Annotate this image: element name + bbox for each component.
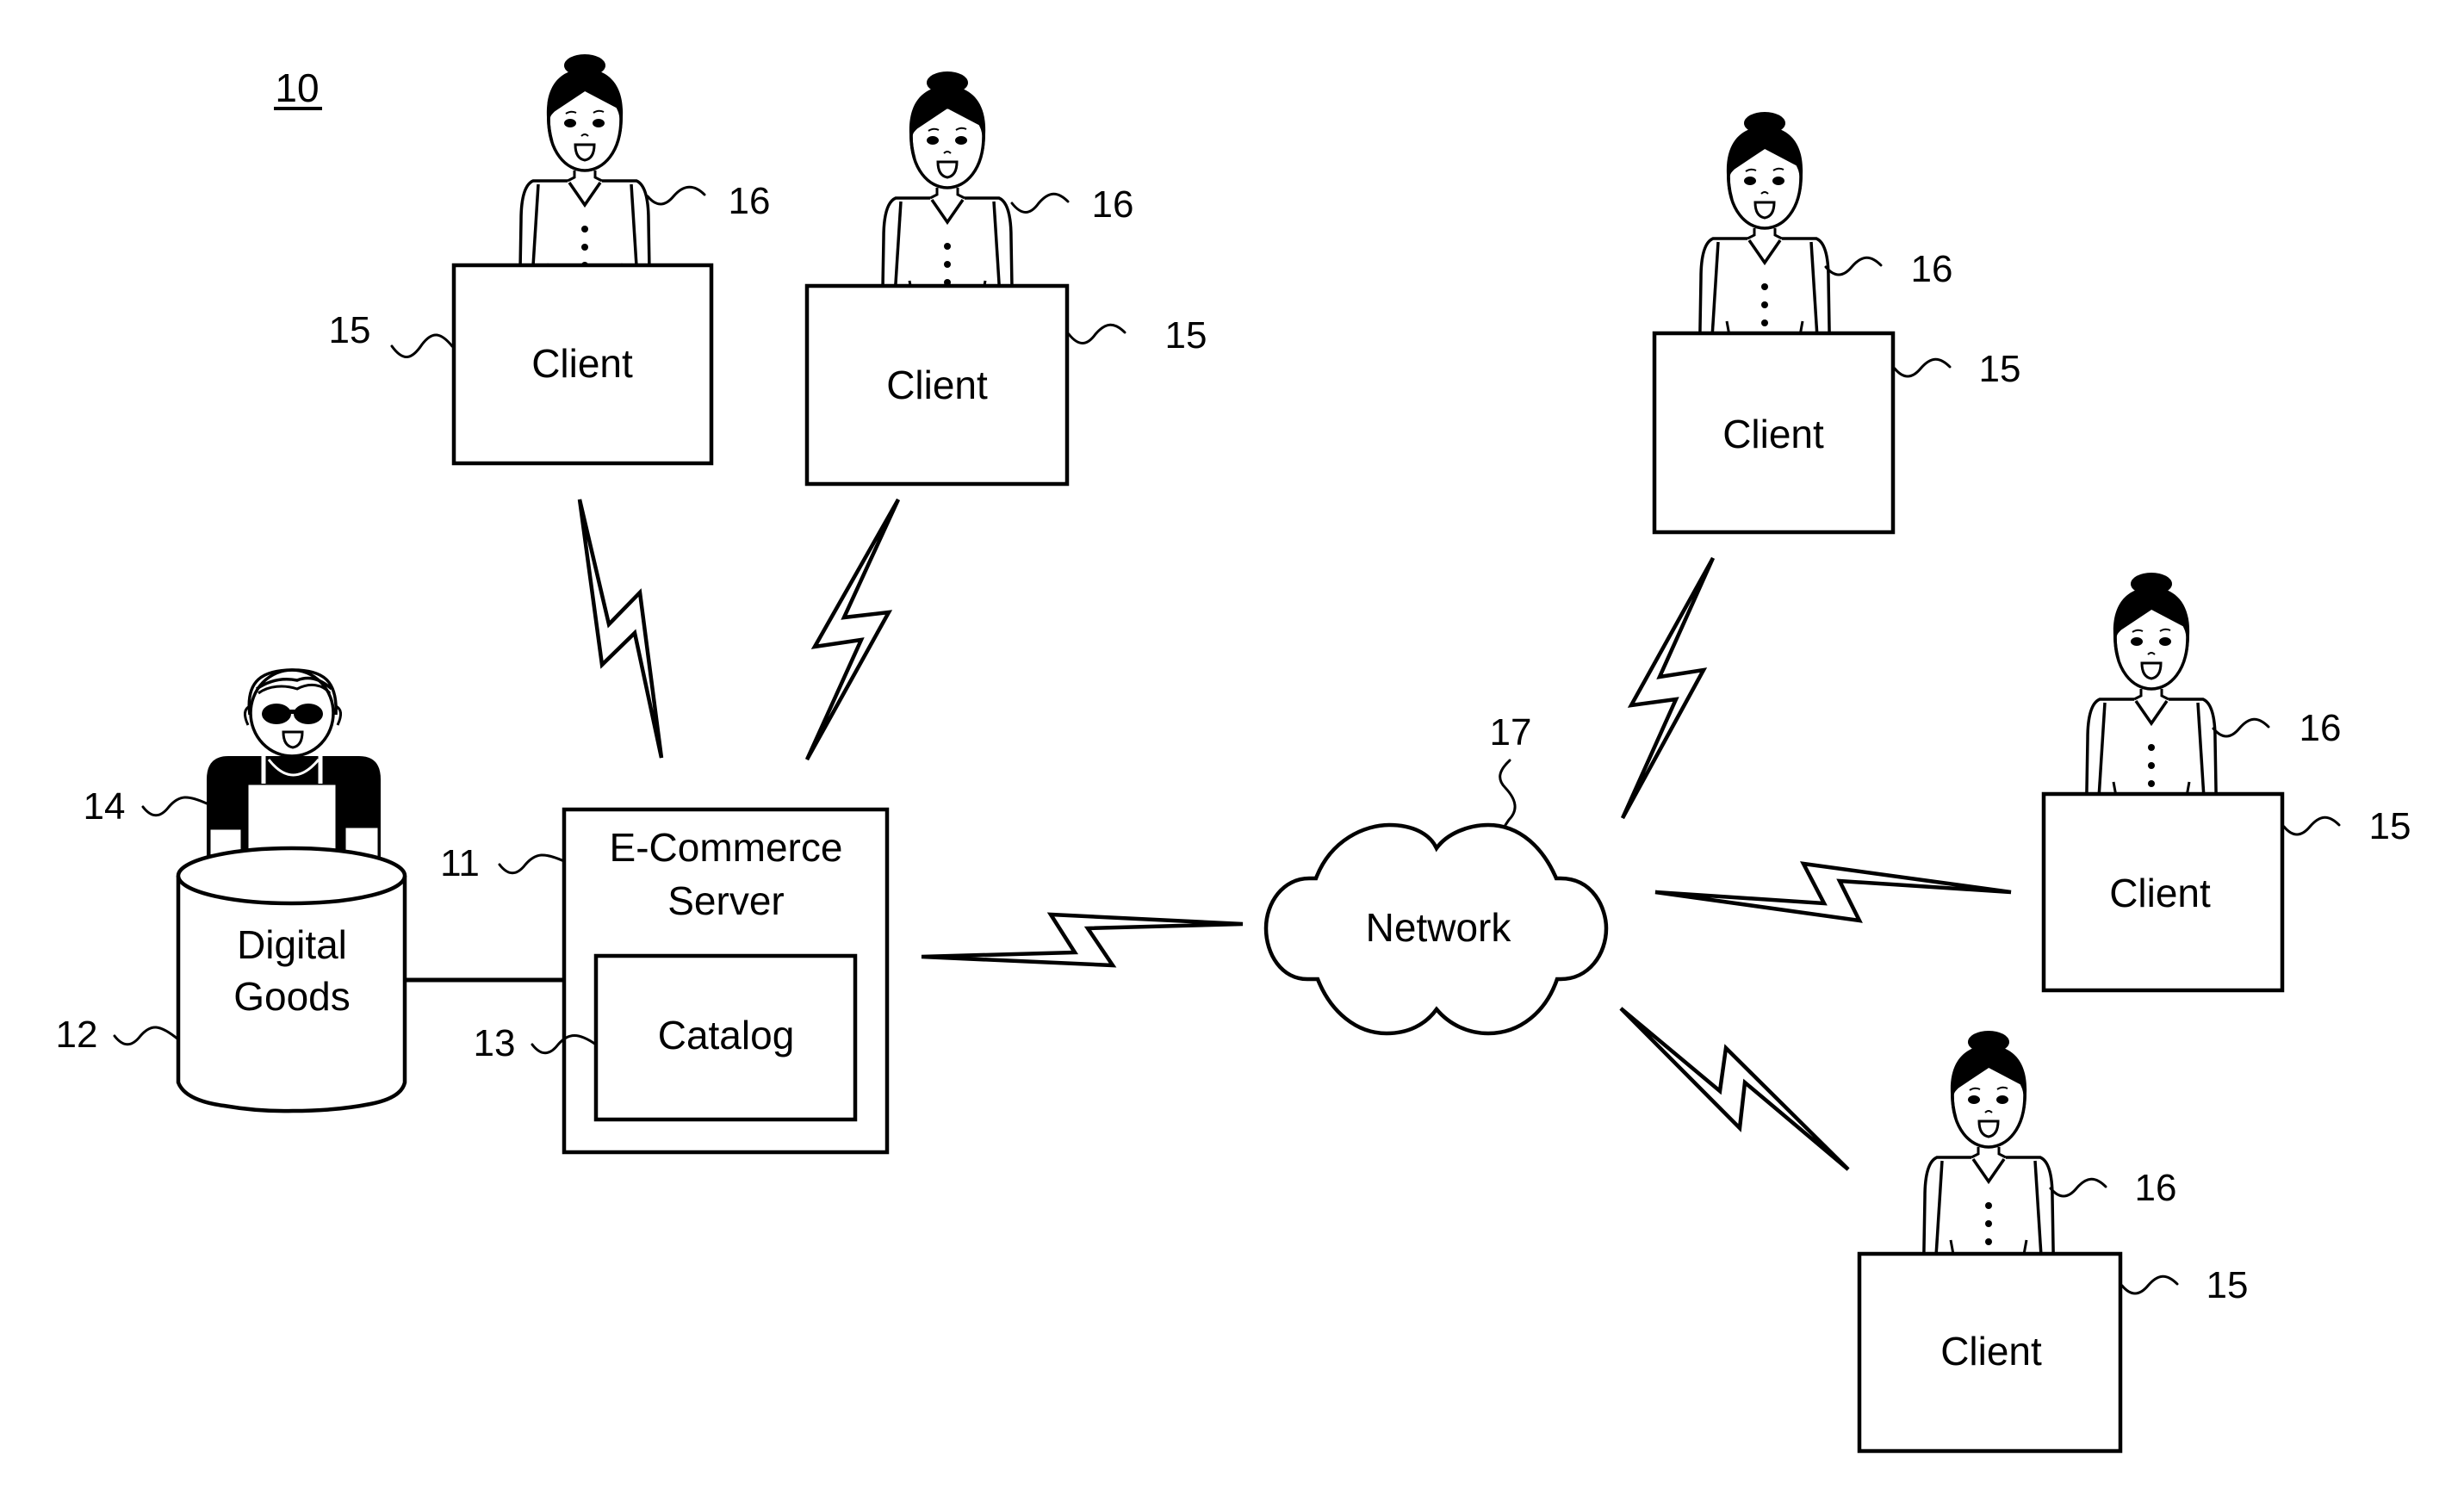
ref-leader	[1010, 192, 1070, 214]
client-node-2[interactable]: Client 16 15	[804, 70, 1207, 487]
catalog-ref: 13	[474, 1022, 516, 1064]
network-cloud[interactable]: Network 17	[1263, 711, 1609, 1036]
ref-leader	[2212, 717, 2270, 738]
sunglasses-icon	[262, 704, 291, 724]
cylinder-top	[176, 846, 407, 906]
merchant-figure: 14	[84, 668, 381, 865]
user-ref: 16	[2135, 1167, 2177, 1209]
network-ref: 17	[1490, 711, 1532, 754]
wireless-link-icon	[577, 499, 664, 759]
client-box-ref: 15	[2369, 805, 2411, 847]
client-box-ref: 15	[1165, 314, 1207, 357]
client-node-3[interactable]: Client 16 15	[1652, 110, 2021, 535]
ref-leader	[113, 1026, 180, 1046]
client-node-5[interactable]: Client 16 15	[1857, 1029, 2249, 1454]
wireless-link-icon	[1620, 556, 1716, 820]
wireless-link-icon	[1619, 1007, 1850, 1171]
ref-leader	[1893, 357, 1952, 378]
storage-ref: 12	[56, 1014, 98, 1056]
merchant-apron	[245, 782, 338, 856]
merchant-ref: 14	[84, 785, 126, 828]
storage-label-line2: Goods	[233, 974, 351, 1019]
server-title-line2: Server	[667, 878, 784, 923]
storage-label-line1: Digital	[237, 922, 347, 967]
wireless-link-icon	[804, 498, 901, 761]
server-title-line1: E-Commerce	[610, 825, 843, 870]
client-label: Client	[531, 341, 633, 386]
ref-leader	[1824, 256, 1883, 276]
catalog-label: Catalog	[658, 1013, 795, 1057]
client-node-1[interactable]: Client 15 16	[329, 53, 771, 466]
ref-leader	[2049, 1177, 2107, 1198]
client-label: Client	[1722, 412, 1824, 456]
client-box-ref: 15	[329, 309, 371, 351]
ref-leader	[646, 185, 706, 206]
client-label: Client	[2109, 871, 2211, 915]
user-ref: 16	[1911, 248, 1953, 290]
ref-leader	[141, 796, 208, 817]
digital-goods-storage[interactable]: Digital Goods 12	[56, 846, 407, 1113]
ref-leader	[498, 853, 566, 875]
user-ref: 16	[729, 180, 771, 222]
user-ref: 16	[1092, 183, 1134, 226]
ref-leader	[2120, 1274, 2179, 1295]
client-node-4[interactable]: Client 16 15	[2041, 571, 2411, 993]
client-box-ref: 15	[1979, 348, 2021, 390]
ref-leader	[1499, 759, 1517, 827]
ref-leader	[2282, 816, 2341, 836]
client-box-ref: 15	[2206, 1264, 2249, 1306]
client-label: Client	[886, 363, 988, 407]
wireless-link-icon	[921, 912, 1244, 968]
system-diagram: 10 Client 15 16 Client 16 15 Client 16 1…	[56, 53, 2411, 1454]
network-label: Network	[1366, 905, 1512, 950]
figure-number-text: 10	[275, 65, 319, 110]
ref-leader	[1067, 323, 1126, 344]
server-ref: 11	[440, 842, 480, 884]
ref-leader	[390, 333, 454, 358]
client-label: Client	[1940, 1329, 2042, 1374]
wireless-link-icon	[1654, 861, 2012, 923]
figure-number: 10	[274, 65, 322, 110]
user-ref: 16	[2300, 707, 2342, 749]
